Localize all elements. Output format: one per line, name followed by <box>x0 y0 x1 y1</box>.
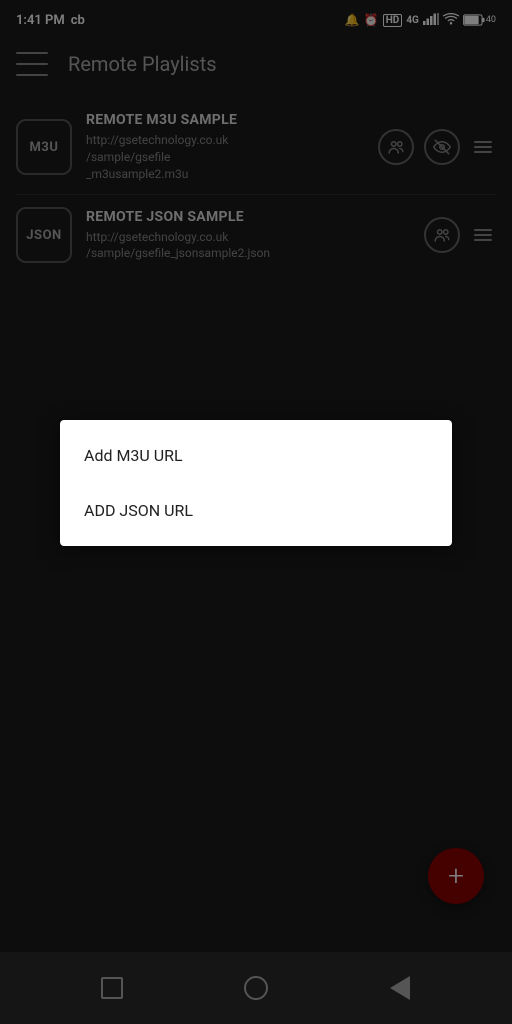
add-json-url-item[interactable]: ADD JSON URL <box>60 483 452 538</box>
add-m3u-url-item[interactable]: Add M3U URL <box>60 428 452 483</box>
popup-menu: Add M3U URL ADD JSON URL <box>60 420 452 546</box>
